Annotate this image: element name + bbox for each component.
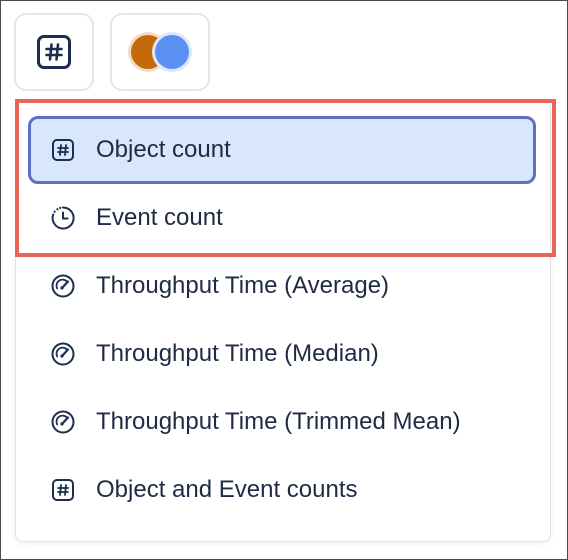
menu-item-label: Throughput Time (Trimmed Mean) — [96, 408, 461, 435]
count-mode-button[interactable] — [14, 13, 94, 91]
clock-icon — [50, 205, 76, 231]
menu-item-throughput-average[interactable]: Throughput Time (Average) — [28, 252, 536, 320]
menu-item-object-and-event-counts[interactable]: Object and Event counts — [28, 456, 536, 524]
menu-item-label: Object count — [96, 136, 231, 163]
menu-item-object-count[interactable]: Object count — [28, 116, 536, 184]
menu-item-throughput-trimmed-mean[interactable]: Throughput Time (Trimmed Mean) — [28, 388, 536, 456]
hash-square-icon — [50, 477, 76, 503]
hash-square-icon — [37, 35, 71, 69]
menu-item-event-count[interactable]: Event count — [28, 184, 536, 252]
gauge-icon — [50, 273, 76, 299]
gauge-icon — [50, 409, 76, 435]
color-dots — [125, 32, 195, 72]
blue-dot-icon — [155, 35, 189, 69]
menu-item-label: Throughput Time (Median) — [96, 340, 379, 367]
menu-item-throughput-median[interactable]: Throughput Time (Median) — [28, 320, 536, 388]
gauge-icon — [50, 341, 76, 367]
menu-item-label: Event count — [96, 204, 223, 231]
color-mode-button[interactable] — [110, 13, 210, 91]
hash-square-icon — [50, 137, 76, 163]
menu-item-label: Throughput Time (Average) — [96, 272, 390, 299]
menu-item-label: Object and Event counts — [96, 476, 358, 503]
